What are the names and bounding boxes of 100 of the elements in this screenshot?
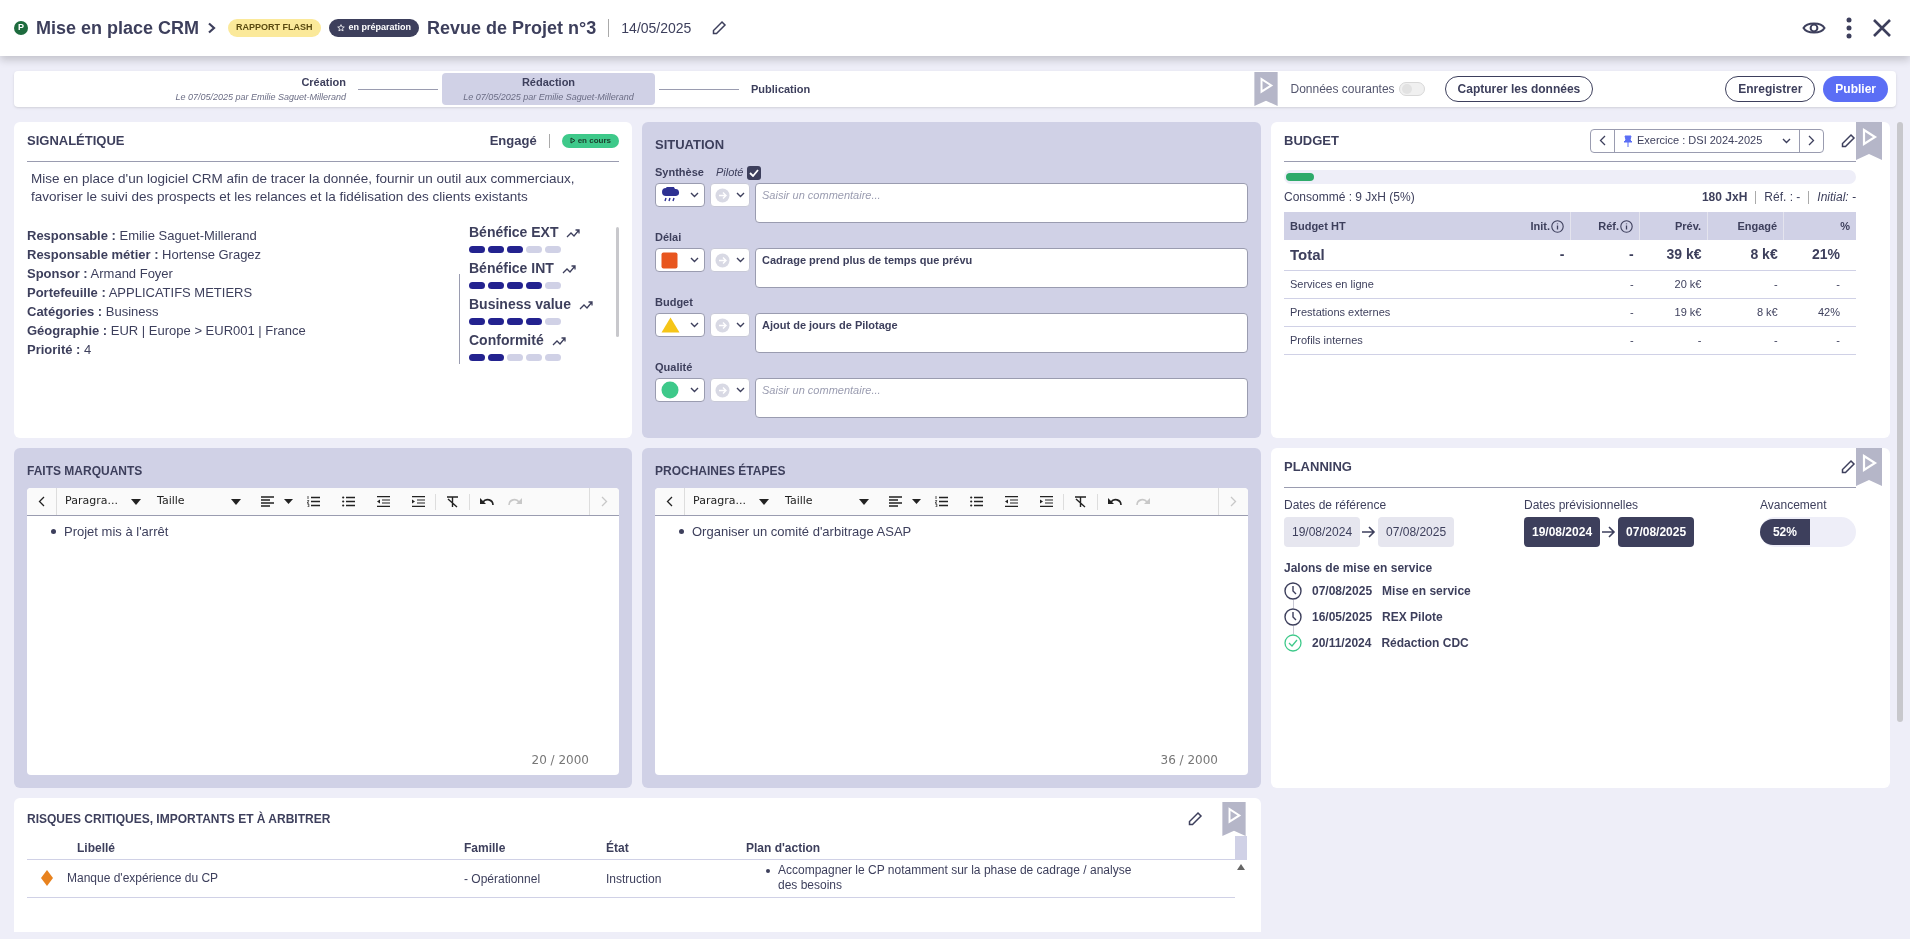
rich-text-editor[interactable]: Paragra... Taille Projet mis à l'arrêt 20 / 2000: [27, 488, 619, 775]
milestone-date: 07/08/2025: [1312, 583, 1373, 600]
workflow-step[interactable]: Rédaction Le 07/05/2025 par Emilie Saguet-Millerand: [442, 73, 655, 105]
rating-pill: [545, 318, 561, 325]
star-icon: [336, 24, 345, 32]
rating-pill: [469, 246, 485, 253]
forecast-dates-label: Dates prévisionnelles: [1524, 497, 1640, 514]
chevron-down-icon: [690, 322, 699, 328]
workflow-step[interactable]: Création Le 07/05/2025 par Emilie Saguet-Millerand: [64, 73, 354, 105]
chevron-left-icon[interactable]: [1599, 135, 1606, 146]
date-chip: 19/08/2024: [1284, 517, 1361, 547]
table-cell-text: Accompagner le CP notamment sur la phase de cadrage / analyse des besoins: [778, 863, 1133, 893]
exercise-pager[interactable]: Exercice : DSI 2024-2025: [1590, 128, 1824, 153]
arrow-circle-icon: [715, 187, 730, 203]
trend-up-icon: [551, 335, 566, 346]
chevron-down-icon: [690, 192, 699, 198]
table-cell: -: [1629, 305, 1634, 318]
piloted-checkbox[interactable]: [747, 165, 762, 180]
table-cell: -: [1697, 333, 1702, 346]
caret-down-icon: [859, 498, 869, 505]
toggle-label: Données courantes: [1290, 81, 1395, 98]
scroll-up-icon[interactable]: [1237, 864, 1245, 870]
table-cell: -: [1836, 333, 1840, 346]
rating-pill: [469, 354, 485, 361]
engagement-label: Engagé: [489, 131, 537, 150]
workflow-step[interactable]: Publication: [743, 73, 819, 105]
clear-format-icon[interactable]: [1074, 495, 1087, 508]
card-title: SIGNALÉTIQUE: [27, 131, 125, 150]
align-left-icon[interactable]: [889, 496, 902, 507]
size-dropdown[interactable]: Taille: [777, 493, 877, 510]
toggle-switch[interactable]: [1398, 82, 1425, 96]
undo-icon[interactable]: [480, 497, 494, 506]
chevron-left-icon[interactable]: [38, 496, 45, 507]
paragraph-dropdown[interactable]: Paragra...: [57, 493, 149, 510]
outdent-icon[interactable]: [1005, 496, 1018, 507]
caret-down-icon: [231, 498, 241, 505]
table-cell: 8 k€: [1756, 305, 1778, 318]
close-icon[interactable]: [1872, 18, 1892, 38]
pencil-icon[interactable]: [1840, 132, 1856, 149]
benefit-label: Bénéfice EXT: [469, 223, 559, 242]
character-counter: 20 / 2000: [531, 752, 589, 769]
info-field: Géographie : EUR | Europe > EUR001 | France: [27, 321, 459, 340]
column-header: Réf.: [1570, 212, 1640, 240]
table-cell: 42%: [1817, 305, 1840, 318]
column-header: Budget HT: [1284, 212, 1504, 240]
chevron-right-icon[interactable]: [1808, 135, 1815, 146]
align-left-icon[interactable]: [261, 496, 274, 507]
numbered-list-icon[interactable]: [307, 496, 320, 507]
arrow-right-icon: [1602, 526, 1617, 538]
size-dropdown[interactable]: Taille: [149, 493, 249, 510]
info-field: Priorité : 4: [27, 340, 459, 359]
table-cell-text: Manque d'expérience du CP: [67, 870, 219, 887]
situation-label: Qualité: [655, 360, 693, 376]
numbered-list-icon[interactable]: [935, 496, 948, 507]
rating-pill: [526, 318, 542, 325]
column-header: Famille: [464, 839, 507, 857]
reference-dates-label: Dates de référence: [1284, 497, 1388, 514]
column-header: Engagé: [1707, 212, 1784, 240]
clear-format-icon[interactable]: [446, 495, 459, 508]
bullet-list-icon[interactable]: [342, 496, 355, 507]
consumed-text: Consommé : 9 JxH (5%): [1284, 189, 1415, 206]
pencil-icon[interactable]: [711, 20, 728, 36]
pin-icon: [1623, 134, 1633, 147]
rating-pill: [526, 282, 542, 289]
publish-button[interactable]: Publier: [1823, 76, 1888, 102]
caret-down-icon[interactable]: [284, 499, 293, 504]
column-header: Libellé: [76, 839, 116, 857]
indent-icon[interactable]: [412, 496, 425, 507]
card-title: BUDGET: [1284, 131, 1339, 150]
project-badge: P: [14, 21, 28, 35]
weather-select[interactable]: [655, 183, 705, 207]
column-header: %: [1783, 212, 1856, 240]
exercise-label: Exercice : DSI 2024-2025: [1637, 133, 1763, 149]
column-header: Plan d'action: [746, 839, 821, 857]
chevron-left-icon[interactable]: [666, 496, 673, 507]
bullet-list-icon[interactable]: [970, 496, 983, 507]
caret-down-icon: [131, 498, 141, 505]
scrollbar[interactable]: [616, 227, 619, 337]
eye-icon[interactable]: [1802, 20, 1826, 36]
note-text: Projet mis à l'arrêt: [64, 523, 169, 541]
total-text: 180 JxH: [1701, 189, 1748, 206]
table-cell: 39 k€: [1666, 246, 1702, 263]
more-options-icon[interactable]: [1846, 17, 1852, 39]
page-scrollbar[interactable]: [1897, 122, 1903, 722]
table-cell-text: - Opérationnel: [464, 871, 542, 888]
pencil-icon[interactable]: [1840, 458, 1856, 475]
rich-text-editor[interactable]: Paragra... Taille Organiser un comité d'arbitrage ASAP 36 / 2000: [655, 488, 1248, 775]
table-cell: -: [1836, 277, 1840, 290]
table-cell: Profils internes: [1290, 333, 1363, 346]
indent-icon[interactable]: [1040, 496, 1053, 507]
caret-down-icon[interactable]: [912, 499, 921, 504]
project-name[interactable]: Mise en place CRM: [36, 14, 200, 42]
outdent-icon[interactable]: [377, 496, 390, 507]
comment-field[interactable]: Cadrage prend plus de temps que prévu: [755, 248, 1248, 288]
undo-icon[interactable]: [1108, 497, 1122, 506]
piloted-label: Piloté: [715, 165, 744, 181]
card-title: RISQUES CRITIQUES, IMPORTANTS ET À ARBITRER: [27, 810, 331, 828]
pencil-icon[interactable]: [1187, 811, 1203, 827]
paragraph-dropdown[interactable]: Paragra...: [685, 493, 777, 510]
comment-field[interactable]: Ajout de jours de Pilotage: [755, 313, 1248, 353]
